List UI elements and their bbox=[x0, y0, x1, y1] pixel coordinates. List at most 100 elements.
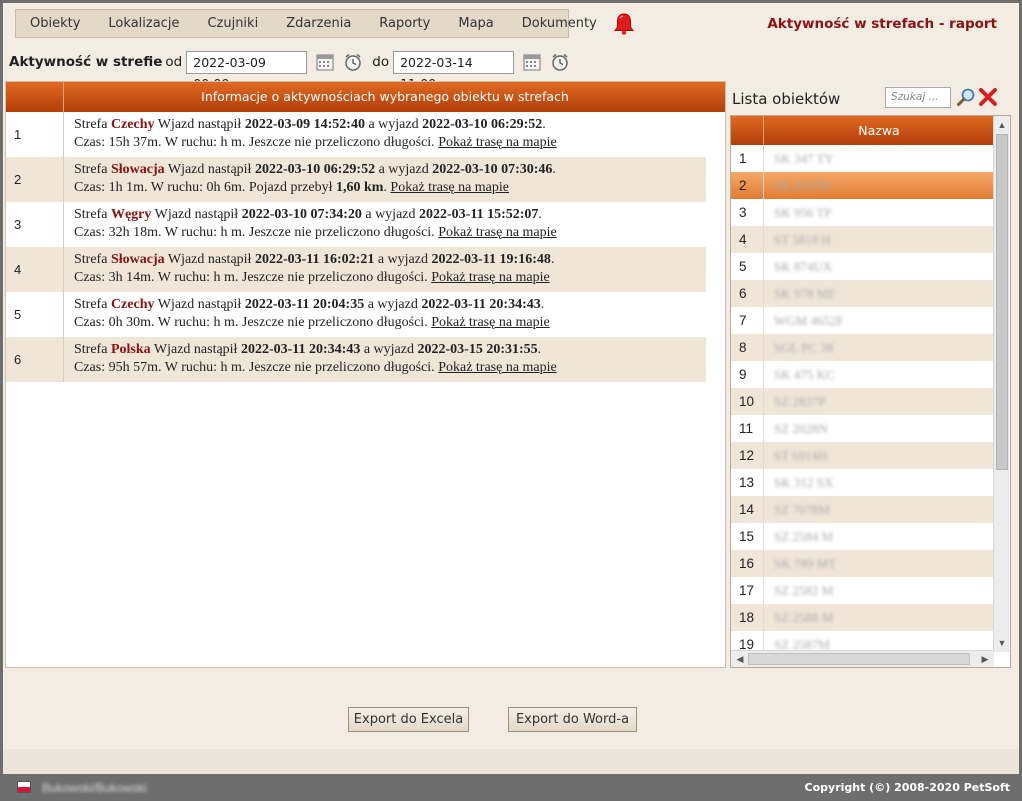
entry-time: 2022-03-11 20:34:43 bbox=[240, 342, 361, 357]
list-item[interactable]: 18 SZ 2588 M bbox=[731, 604, 994, 631]
export-excel-button[interactable]: Export do Excela bbox=[348, 707, 469, 732]
exit-time: 2022-03-15 20:31:55 bbox=[417, 342, 538, 357]
list-item-number: 10 bbox=[731, 388, 764, 415]
zone-name: Słowacja bbox=[110, 162, 165, 177]
list-item[interactable]: 14 SZ 7078M bbox=[731, 496, 994, 523]
export-word-button[interactable]: Export do Word-a bbox=[508, 707, 637, 732]
list-item[interactable]: 9 SK 475 KC bbox=[731, 361, 994, 388]
show-route-on-map-link[interactable]: Pokaż trasę na mapie bbox=[431, 315, 550, 330]
list-item[interactable]: 13 SK 312 SX bbox=[731, 469, 994, 496]
show-route-on-map-link[interactable]: Pokaż trasę na mapie bbox=[438, 360, 557, 375]
date-from-input[interactable]: 2022-03-09 00:00 bbox=[186, 50, 308, 91]
menu-obiekty[interactable]: Obiekty bbox=[16, 10, 94, 37]
list-item-name: SZ 2588 M bbox=[774, 610, 834, 625]
menu-lokalizacje[interactable]: Lokalizacje bbox=[94, 10, 193, 37]
list-item-name: SK 789 MT bbox=[774, 556, 837, 571]
list-item-name: SZ 7078M bbox=[774, 502, 830, 517]
menu-dokumenty[interactable]: Dokumenty bbox=[508, 10, 611, 37]
clear-search-icon[interactable] bbox=[978, 87, 998, 107]
footer: Bukowski/Bukowski Copyright (©) 2008-202… bbox=[0, 774, 1022, 801]
distance-note: Jeszcze nie przeliczono długości. bbox=[248, 360, 435, 375]
page-title: Aktywność w strefach - raport bbox=[767, 16, 997, 32]
exit-time: 2022-03-11 20:34:43 bbox=[421, 297, 541, 312]
moving-time: 0h 6m bbox=[206, 180, 242, 195]
moving-time: h m bbox=[213, 270, 235, 285]
menu-zdarzenia[interactable]: Zdarzenia bbox=[272, 10, 365, 37]
horizontal-scroll-thumb[interactable] bbox=[748, 653, 970, 665]
list-item-number: 14 bbox=[731, 496, 764, 523]
row-line-entry-exit: Strefa Węgry Wjazd nastąpił 2022-03-10 0… bbox=[74, 207, 542, 222]
list-item-name: SK 0157W bbox=[774, 178, 833, 193]
list-item[interactable]: 17 SZ 2582 M bbox=[731, 577, 994, 604]
show-route-on-map-link[interactable]: Pokaż trasę na mapie bbox=[438, 135, 557, 150]
bottom-strip bbox=[3, 749, 1019, 774]
show-route-on-map-link[interactable]: Pokaż trasę na mapie bbox=[390, 180, 509, 195]
list-item-name: SK 874UX bbox=[774, 259, 833, 274]
alarm-clock-icon[interactable] bbox=[550, 52, 570, 72]
date-to-input[interactable]: 2022-03-14 11:00 bbox=[393, 50, 515, 91]
row-number: 4 bbox=[6, 247, 64, 292]
list-item-name: ST 6914H bbox=[774, 448, 828, 463]
object-list-vertical-scrollbar[interactable]: ▲ ▼ bbox=[993, 116, 1010, 652]
row-line-duration: Czas: 32h 18m. W ruchu: h m. Jeszcze nie… bbox=[74, 225, 557, 240]
polish-flag-icon[interactable] bbox=[17, 781, 31, 793]
row-line-duration: Czas: 3h 14m. W ruchu: h m. Jeszcze nie … bbox=[74, 270, 550, 285]
list-item[interactable]: 7 WGM 4652F bbox=[731, 307, 994, 334]
grid-header-number bbox=[6, 82, 64, 112]
logged-user: Bukowski/Bukowski bbox=[42, 781, 147, 795]
list-item[interactable]: 8 SGL PC 38 bbox=[731, 334, 994, 361]
exit-time: 2022-03-10 07:30:46 bbox=[432, 162, 553, 177]
alarm-clock-icon[interactable] bbox=[343, 52, 363, 72]
entry-time: 2022-03-11 16:02:21 bbox=[254, 252, 375, 267]
scroll-up-arrow-icon[interactable]: ▲ bbox=[994, 117, 1010, 133]
zone-name: Czechy bbox=[110, 117, 155, 132]
list-item[interactable]: 16 SK 789 MT bbox=[731, 550, 994, 577]
list-item[interactable]: 3 SK 956 TP bbox=[731, 199, 994, 226]
grid-header-info: Informacje o aktywnościach wybranego obi… bbox=[201, 89, 569, 104]
filter-label: Aktywność w strefie bbox=[9, 54, 163, 70]
list-item[interactable]: 5 SK 874UX bbox=[731, 253, 994, 280]
alarm-bell-icon[interactable] bbox=[611, 11, 637, 37]
distance-note: Jeszcze nie przeliczono długości. bbox=[248, 135, 435, 150]
list-item[interactable]: 10 SZ 2837P bbox=[731, 388, 994, 415]
top-bar: Obiekty Lokalizacje Czujniki Zdarzenia Rapor… bbox=[3, 3, 1019, 43]
list-item[interactable]: 4 ST 5818 H bbox=[731, 226, 994, 253]
show-route-on-map-link[interactable]: Pokaż trasę na mapie bbox=[431, 270, 550, 285]
list-item[interactable]: 12 ST 6914H bbox=[731, 442, 994, 469]
vertical-scroll-thumb[interactable] bbox=[996, 134, 1008, 470]
duration: 15h 37m bbox=[108, 135, 158, 150]
moving-time: h m bbox=[220, 360, 242, 375]
list-item-number: 15 bbox=[731, 523, 764, 550]
search-icon[interactable] bbox=[956, 87, 976, 107]
list-item-name: SZ 2837P bbox=[774, 394, 826, 409]
list-item-number: 12 bbox=[731, 442, 764, 469]
distance-note: Pojazd przebył bbox=[248, 180, 333, 195]
list-item[interactable]: 6 SK 978 MF bbox=[731, 280, 994, 307]
row-info: Strefa Słowacja Wjazd nastąpił 2022-03-1… bbox=[64, 157, 706, 202]
scroll-left-arrow-icon[interactable]: ◀ bbox=[732, 651, 748, 667]
object-list-horizontal-scrollbar[interactable]: ◀ ▶ bbox=[731, 650, 994, 667]
menu-czujniki[interactable]: Czujniki bbox=[193, 10, 272, 37]
show-route-on-map-link[interactable]: Pokaż trasę na mapie bbox=[438, 225, 557, 240]
entry-time: 2022-03-10 07:34:20 bbox=[241, 207, 362, 222]
menu-raporty[interactable]: Raporty bbox=[365, 10, 444, 37]
list-item[interactable]: 1 SK 347 TY bbox=[731, 145, 994, 172]
row-line-duration: Czas: 0h 30m. W ruchu: h m. Jeszcze nie … bbox=[74, 315, 550, 330]
list-item[interactable]: 2 SK 0157W bbox=[731, 172, 994, 199]
list-item[interactable]: 15 SZ 2584 M bbox=[731, 523, 994, 550]
list-item-name: SZ 2028N bbox=[774, 421, 828, 436]
calendar-icon[interactable] bbox=[522, 52, 542, 72]
list-item-name: SZ 2582 M bbox=[774, 583, 834, 598]
row-info: Strefa Węgry Wjazd nastąpił 2022-03-10 0… bbox=[64, 202, 706, 247]
list-item[interactable]: 11 SZ 2028N bbox=[731, 415, 994, 442]
copyright: Copyright (©) 2008-2020 PetSoft bbox=[804, 781, 1010, 794]
calendar-icon[interactable] bbox=[315, 52, 335, 72]
menu-mapa[interactable]: Mapa bbox=[444, 10, 507, 37]
moving-time: h m bbox=[213, 315, 235, 330]
list-item-number: 7 bbox=[731, 307, 764, 334]
row-number: 3 bbox=[6, 202, 64, 247]
object-search-input[interactable]: Szukaj ... bbox=[885, 87, 951, 108]
scroll-down-arrow-icon[interactable]: ▼ bbox=[994, 635, 1010, 651]
scroll-right-arrow-icon[interactable]: ▶ bbox=[977, 651, 993, 667]
list-item-number: 18 bbox=[731, 604, 764, 631]
